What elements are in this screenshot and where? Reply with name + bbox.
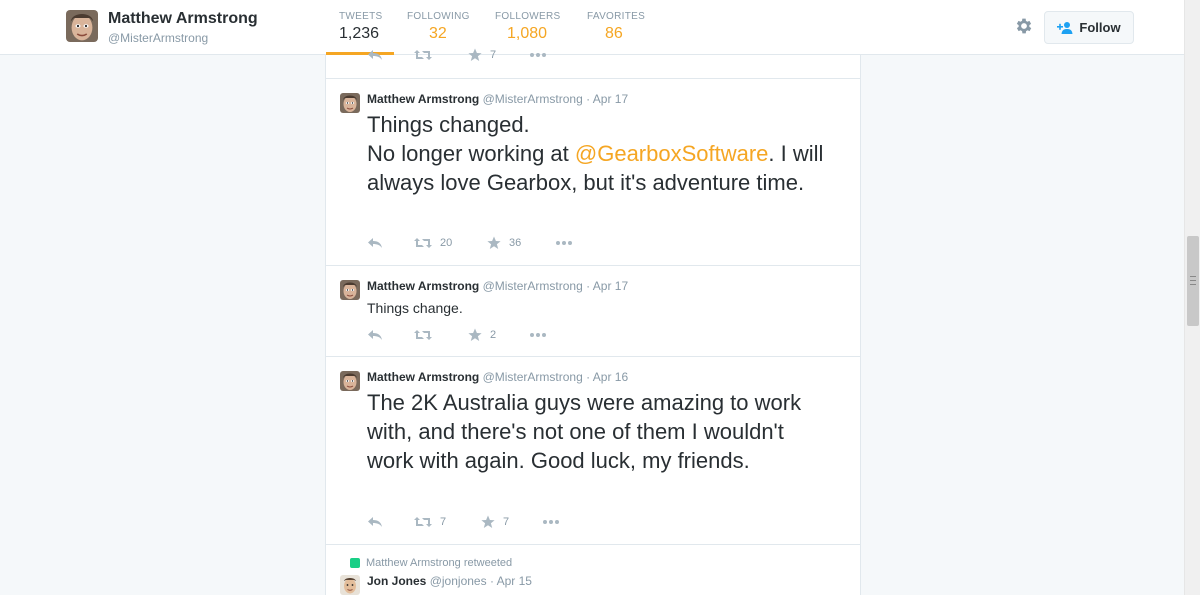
tweet-timeline: 7 Matthew Armstrong @MisterArmstrong · A… (325, 55, 861, 595)
favorite-button[interactable]: 7 (468, 47, 496, 63)
follow-button[interactable]: Follow (1044, 11, 1134, 44)
retweet-icon (414, 237, 432, 249)
scrollbar-grip (1190, 276, 1196, 285)
add-user-icon (1057, 21, 1073, 34)
reply-icon[interactable] (367, 327, 383, 343)
follow-button-label: Follow (1079, 20, 1121, 35)
gear-icon[interactable] (1014, 16, 1036, 38)
tweet-author-name[interactable]: Matthew Armstrong (367, 279, 479, 293)
more-icon[interactable] (555, 235, 573, 251)
retweet-icon (350, 558, 360, 568)
retweet-icon[interactable] (414, 47, 432, 63)
tweet-text-line: Things changed. (367, 112, 530, 137)
tweet-author-handle[interactable]: @MisterArmstrong (483, 370, 583, 384)
retweet-button[interactable]: 7 (414, 514, 446, 530)
stat-followers[interactable]: FOLLOWERS 1,080 (495, 11, 561, 43)
tweet-header: Matthew Armstrong @MisterArmstrong · Apr… (367, 279, 628, 293)
tweet-author-name[interactable]: Matthew Armstrong (367, 370, 479, 384)
tweet[interactable]: Matthew Armstrong @MisterArmstrong · Apr… (326, 357, 860, 545)
avatar[interactable] (340, 575, 360, 595)
star-icon (468, 328, 482, 342)
tweet-date[interactable]: · Apr 17 (586, 279, 628, 293)
star-icon (481, 515, 495, 529)
tweet-author-name[interactable]: Jon Jones (367, 574, 426, 588)
stat-favorites[interactable]: FAVORITES 86 (587, 11, 645, 43)
tweet-author-name[interactable]: Matthew Armstrong (367, 92, 479, 106)
tweet-text-line: No longer working at @GearboxSoftware. I… (367, 141, 824, 195)
stat-label: FOLLOWING (407, 11, 470, 22)
avatar[interactable] (340, 280, 360, 300)
tweet-retweeted[interactable]: Matthew Armstrong retweeted Jon Jones @j… (326, 545, 860, 595)
tweet-author-handle[interactable]: @MisterArmstrong (483, 92, 583, 106)
tweet[interactable]: Matthew Armstrong @MisterArmstrong · Apr… (326, 266, 860, 357)
tweet-text: The 2K Australia guys were amazing to wo… (367, 390, 802, 473)
tweet-date[interactable]: · Apr 15 (490, 574, 532, 588)
favorite-button[interactable]: 36 (487, 235, 521, 251)
avatar[interactable] (66, 10, 98, 42)
more-icon[interactable] (529, 47, 547, 63)
stat-value: 86 (605, 25, 623, 42)
profile-name[interactable]: Matthew Armstrong (108, 10, 258, 28)
retweet-icon[interactable] (414, 327, 432, 343)
favorite-button[interactable]: 7 (481, 514, 509, 530)
tweet-text: Things changed. No longer working at @Ge… (367, 110, 847, 197)
tweet[interactable]: Matthew Armstrong @MisterArmstrong · Apr… (326, 79, 860, 266)
profile-handle[interactable]: @MisterArmstrong (108, 31, 208, 45)
favorite-button[interactable]: 2 (468, 327, 496, 343)
reply-icon[interactable] (367, 47, 383, 63)
retweet-context: Matthew Armstrong retweeted (350, 557, 512, 569)
tweet-header: Matthew Armstrong @MisterArmstrong · Apr… (367, 92, 628, 106)
stat-label: FOLLOWERS (495, 11, 561, 22)
tweet-partial[interactable]: 7 (326, 55, 860, 79)
star-icon (468, 48, 482, 62)
tweet-author-handle[interactable]: @MisterArmstrong (483, 279, 583, 293)
tweet-header: Matthew Armstrong @MisterArmstrong · Apr… (367, 370, 628, 384)
retweet-icon (414, 516, 432, 528)
avatar[interactable] (340, 93, 360, 113)
scrollbar[interactable] (1184, 0, 1200, 595)
stat-value: 1,236 (339, 25, 380, 42)
star-icon (487, 236, 501, 250)
stat-following[interactable]: FOLLOWING 32 (407, 11, 470, 43)
profile-header-bar: Matthew Armstrong @MisterArmstrong TWEET… (0, 0, 1184, 55)
stat-value: 1,080 (507, 25, 548, 42)
reply-icon[interactable] (367, 235, 383, 251)
stat-label: TWEETS (339, 11, 383, 22)
tweet-author-handle[interactable]: @jonjones (430, 574, 487, 588)
avatar[interactable] (340, 371, 360, 391)
tweet-date[interactable]: · Apr 16 (586, 370, 628, 384)
tweet-date[interactable]: · Apr 17 (586, 92, 628, 106)
tweet-header: Jon Jones @jonjones · Apr 15 (367, 574, 532, 588)
tweet-text: Things change. (367, 300, 463, 316)
more-icon[interactable] (542, 514, 560, 530)
more-icon[interactable] (529, 327, 547, 343)
retweet-button[interactable]: 20 (414, 235, 452, 251)
stat-label: FAVORITES (587, 11, 646, 22)
stat-value: 32 (429, 25, 447, 42)
stat-tweets[interactable]: TWEETS 1,236 (339, 11, 382, 43)
mention-link[interactable]: @GearboxSoftware (575, 141, 769, 166)
reply-icon[interactable] (367, 514, 383, 530)
